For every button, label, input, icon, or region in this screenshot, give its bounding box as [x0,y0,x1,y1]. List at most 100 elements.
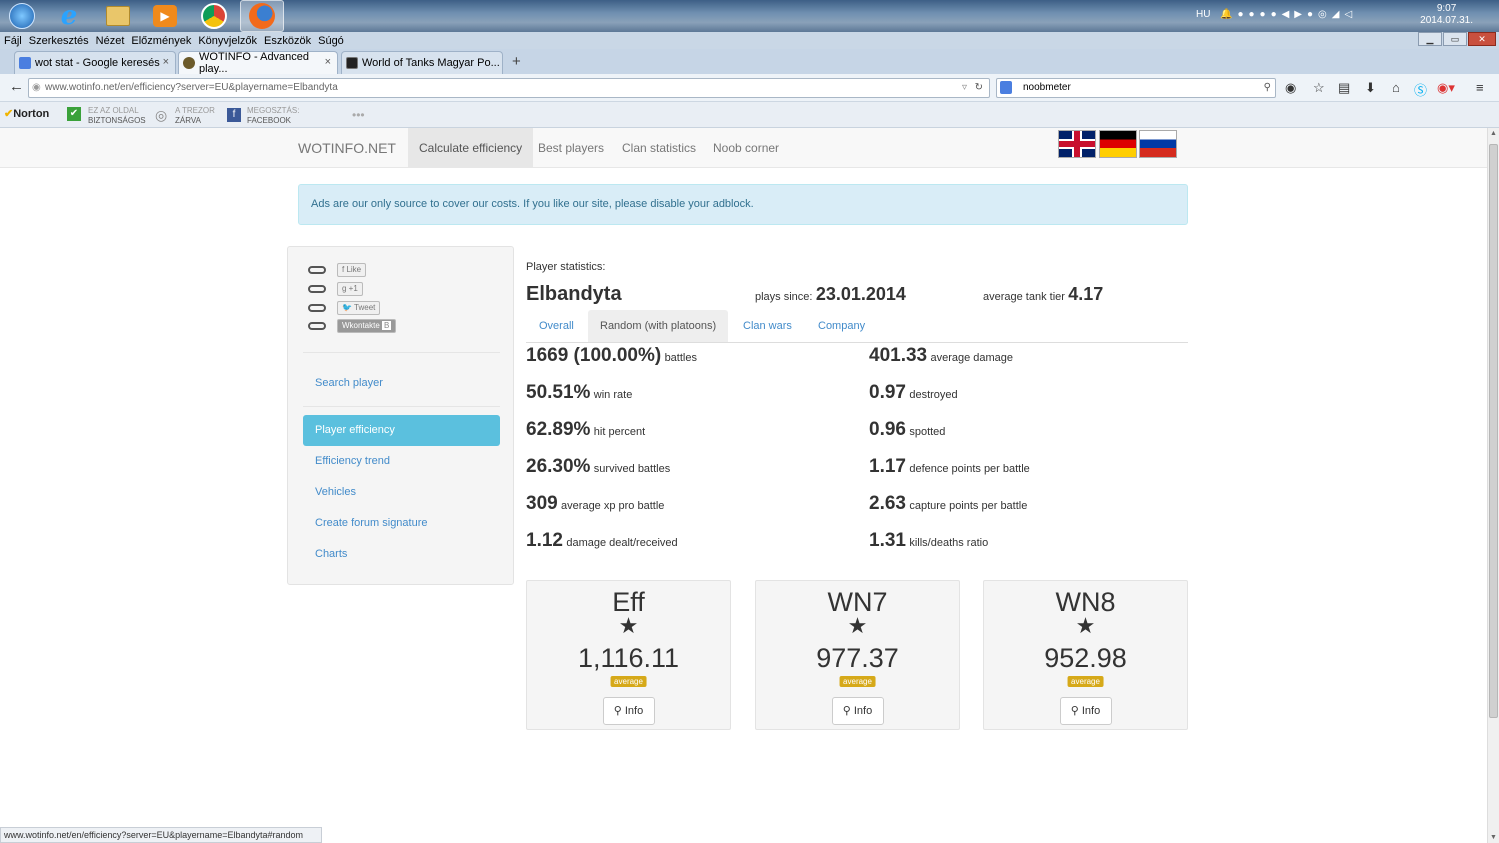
info-button[interactable]: ⚲ Info [1059,697,1112,725]
google-engine-icon[interactable] [1000,81,1012,94]
toggle-icon[interactable] [308,266,326,274]
menu-hamburger-icon[interactable]: ≡ [1476,80,1484,95]
stat-survived: 26.30% survived battles [526,456,671,477]
tray-icons[interactable]: 🔔●●●●◀▶●◎◢◁ [1220,9,1357,20]
side-efficiency-trend[interactable]: Efficiency trend [303,446,500,477]
chrome-icon [201,3,227,29]
menu-view[interactable]: Nézet [96,35,125,47]
taskbar-firefox[interactable] [240,0,284,32]
share-twitter[interactable]: 🐦 Tweet [308,301,381,315]
scroll-down-icon[interactable]: ▼ [1490,834,1497,841]
globe-icon: ◉ [32,82,41,93]
language-indicator[interactable]: HU [1196,9,1210,20]
scrollbar[interactable]: ▲ ▼ [1487,128,1499,843]
wotinfo-favicon-icon [183,57,195,69]
tab-clan-wars[interactable]: Clan wars [731,310,804,342]
menu-bookmarks[interactable]: Könyvjelzők [198,35,257,47]
flag-uk-icon[interactable] [1058,130,1096,158]
norton-share[interactable]: MEGOSZTÁS: FACEBOOK [247,106,299,126]
stat-spotted: 0.96 spotted [869,419,946,440]
skype-icon[interactable]: Ⓢ [1414,80,1427,99]
new-tab-button[interactable]: + [512,53,521,70]
toggle-icon[interactable] [308,322,326,330]
menu-tools[interactable]: Eszközök [264,35,311,47]
menu-file[interactable]: Fájl [4,35,22,47]
gplus-button[interactable]: g +1 [337,282,363,296]
nav-best-players[interactable]: Best players [527,128,615,168]
taskbar-media-player[interactable]: ▶ [143,0,187,32]
taskbar-chrome[interactable] [192,0,236,32]
site-brand[interactable]: WOTINFO.NET [287,128,407,168]
info-button[interactable]: ⚲ Info [602,697,655,725]
search-box[interactable]: noobmeter ⚲ [996,78,1276,98]
safe-check-icon: ✔ [67,107,81,121]
menu-edit[interactable]: Szerkesztés [29,35,89,47]
home-icon[interactable]: ⌂ [1392,80,1400,95]
tab-label: World of Tanks Magyar Po... [362,57,500,69]
side-vehicles[interactable]: Vehicles [303,477,500,508]
share-gplus[interactable]: g +1 [308,282,363,296]
close-window-button[interactable]: ✕ [1468,32,1496,46]
dropdown-arrow-icon[interactable]: ▿ [962,79,967,97]
addon-icon[interactable]: ◉▾ [1437,80,1455,96]
tab-close-icon[interactable]: × [163,56,169,68]
norton-toolbar: ✔Norton ✔ EZ AZ OLDAL BIZTONSÁGOS ◎ A TRE… [0,102,1499,128]
clock[interactable]: 9:07 2014.07.31. [1420,3,1473,27]
share-vk[interactable]: Wkontakte B [308,319,397,333]
norton-safe-status[interactable]: EZ AZ OLDAL BIZTONSÁGOS [88,106,146,126]
average-tier: average tank tier 4.17 [983,284,1104,304]
scroll-up-icon[interactable]: ▲ [1490,130,1497,137]
back-arrow-icon[interactable]: ← [9,78,24,95]
downloads-icon[interactable]: ⬇ [1365,80,1376,96]
taskbar-explorer[interactable] [96,0,140,32]
reload-icon[interactable]: ↻ [975,79,983,97]
search-icon[interactable]: ⚲ [1264,79,1271,97]
norton-check-icon: ✔ [4,108,14,120]
tab-wot-hungarian[interactable]: World of Tanks Magyar Po... [341,51,503,74]
address-bar[interactable]: ◉ www.wotinfo.net/en/efficiency?server=E… [28,78,990,98]
bookmarks-list-icon[interactable]: ▤ [1338,80,1350,96]
scroll-thumb[interactable] [1489,144,1498,718]
tab-close-icon[interactable]: × [325,56,331,68]
navigation-bar: ← ◉ www.wotinfo.net/en/efficiency?server… [0,74,1499,102]
flag-de-icon[interactable] [1099,130,1137,158]
vkontakte-button[interactable]: Wkontakte B [337,319,397,333]
norton-logo[interactable]: ✔Norton [4,107,49,120]
rating-value: 1,116.11 [577,643,680,673]
menu-history[interactable]: Előzmények [131,35,191,47]
info-button[interactable]: ⚲ Info [831,697,884,725]
share-facebook[interactable]: f Like [308,263,367,277]
menu-help[interactable]: Súgó [318,35,344,47]
norton-vault-status[interactable]: A TREZOR ZÁRVA [175,106,215,126]
maximize-button[interactable]: ▭ [1443,32,1467,46]
taskbar-ie[interactable]: e [47,0,91,32]
menu-bar: Fájl Szerkesztés Nézet Előzmények Könyvj… [0,32,1499,49]
side-charts[interactable]: Charts [303,539,500,570]
toggle-icon[interactable] [308,304,326,312]
flag-ru-icon[interactable] [1139,130,1177,158]
tab-google-search[interactable]: wot stat - Google keresés × [14,51,176,74]
nav-calculate-efficiency[interactable]: Calculate efficiency [408,128,534,168]
stat-defence: 1.17 defence points per battle [869,456,1030,477]
tab-random[interactable]: Random (with platoons) [588,310,729,342]
side-search-player[interactable]: Search player [303,368,500,399]
facebook-icon: f [227,108,241,122]
bookmark-star-icon[interactable]: ☆ [1313,80,1325,96]
clock-date: 2014.07.31. [1420,15,1473,26]
minimize-icon: ▁ [1426,34,1434,44]
tab-wotinfo[interactable]: WOTINFO - Advanced play... × [178,51,338,75]
minimize-button[interactable]: ▁ [1418,32,1442,46]
tab-overall[interactable]: Overall [527,310,586,342]
nav-noob-corner[interactable]: Noob corner [702,128,790,168]
start-button[interactable] [0,0,44,32]
nav-clan-statistics[interactable]: Clan statistics [611,128,707,168]
tab-company[interactable]: Company [806,310,877,342]
more-icon[interactable]: ••• [352,108,365,122]
record-icon[interactable]: ◉ [1285,80,1296,96]
side-player-efficiency[interactable]: Player efficiency [303,415,500,446]
tweet-button[interactable]: 🐦 Tweet [337,301,381,315]
toggle-icon[interactable] [308,285,326,293]
side-forum-signature[interactable]: Create forum signature [303,508,500,539]
google-favicon-icon [19,57,31,69]
facebook-like-button[interactable]: f Like [337,263,367,277]
